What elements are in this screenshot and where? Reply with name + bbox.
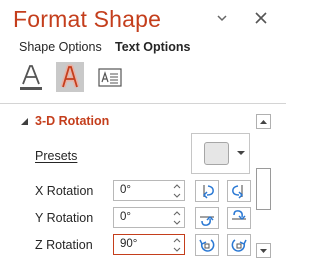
textbox-button[interactable] [96,62,124,92]
text-effects-icon [60,64,80,88]
text-fill-outline-button[interactable] [17,62,45,92]
tab-text-options[interactable]: Text Options [115,40,190,54]
y-rotate-up-button[interactable] [195,207,219,229]
pane-options-button[interactable] [214,10,230,26]
z-rotation-input[interactable]: 90° [113,234,185,255]
y-rotation-value: 0° [120,211,131,223]
tab-shape-options[interactable]: Shape Options [19,40,102,54]
rotate-right-icon [232,185,244,199]
text-effects-button[interactable] [56,62,84,92]
close-pane-button[interactable] [253,10,269,26]
divider [0,103,286,104]
x-rotation-value: 0° [120,184,131,196]
section-title[interactable]: 3-D Rotation [35,114,109,128]
y-rotation-increment-button[interactable] [172,209,182,218]
triangle-expanded-icon [21,118,28,125]
x-rotation-input[interactable]: 0° [113,180,185,201]
pane-title: Format Shape [13,6,162,32]
preset-swatch [204,142,229,165]
z-rotation-decrement-button[interactable] [172,245,182,254]
z-rotate-counterclockwise-button[interactable] [195,234,219,256]
close-icon [255,12,267,24]
z-rotation-value: 90° [120,238,138,250]
z-rotation-increment-button[interactable] [172,236,182,245]
rotate-counterclockwise-icon [199,239,215,252]
x-rotation-label: X Rotation [35,184,94,198]
y-rotation-decrement-button[interactable] [172,218,182,227]
caret-down-icon [237,151,245,156]
scroll-down-button[interactable] [256,243,271,258]
text-fill-outline-icon [20,65,42,90]
x-rotation-increment-button[interactable] [172,182,182,191]
presets-dropdown[interactable] [191,133,250,174]
rotate-up-icon [200,215,214,226]
x-rotation-decrement-button[interactable] [172,191,182,200]
triangle-up-icon [260,120,267,124]
scroll-up-button[interactable] [256,114,271,129]
y-rotation-input[interactable]: 0° [113,207,185,228]
section-collapse-toggle[interactable] [21,118,29,126]
y-rotate-down-button[interactable] [227,207,251,229]
y-rotation-label: Y Rotation [35,211,94,225]
rotate-left-icon [202,185,214,199]
vertical-scrollbar[interactable] [255,113,272,259]
z-rotate-clockwise-button[interactable] [227,234,251,256]
x-rotate-right-button[interactable] [227,180,251,202]
chevron-down-icon [217,15,227,22]
z-rotation-label: Z Rotation [35,238,93,252]
triangle-down-icon [260,249,267,253]
scrollbar-thumb[interactable] [256,168,271,210]
format-shape-pane: Format Shape Shape Options Text Options [0,0,286,270]
rotate-down-icon [232,210,246,221]
textbox-icon [98,68,122,87]
presets-label: Presets [35,149,78,163]
x-rotate-left-button[interactable] [195,180,219,202]
rotate-clockwise-icon [231,239,247,252]
